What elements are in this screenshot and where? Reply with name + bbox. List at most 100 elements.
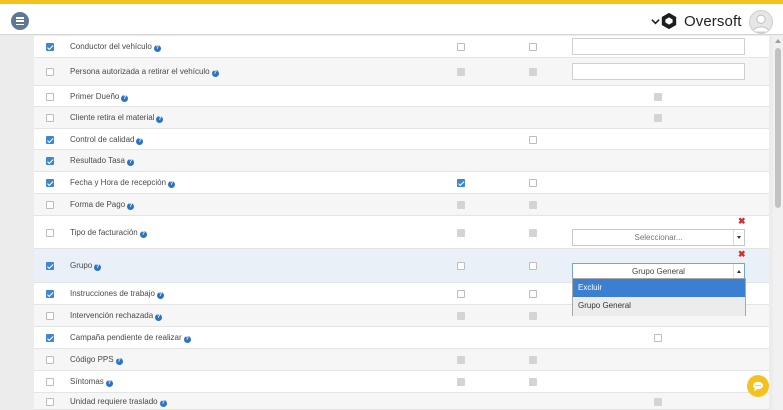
chevron-down-icon[interactable] [733, 230, 744, 245]
help-icon[interactable]: ? [168, 181, 176, 188]
column1-checkbox [457, 356, 465, 364]
help-icon[interactable]: ? [211, 70, 219, 77]
help-icon[interactable]: ? [115, 358, 123, 365]
column3-checkbox[interactable] [654, 334, 662, 342]
table-row: Control de calidad? [34, 129, 769, 150]
help-icon[interactable]: ? [94, 264, 102, 271]
column1-checkbox [457, 68, 465, 76]
table-row: Cliente retira el material? [34, 107, 769, 129]
column1-checkbox[interactable] [457, 43, 465, 51]
help-icon[interactable]: ? [159, 400, 167, 407]
field-label-text: Código PPS [70, 355, 114, 364]
help-icon[interactable]: ? [136, 138, 144, 145]
row-enabled-checkbox[interactable] [46, 356, 54, 364]
field-label: Campaña pendiente de realizar? [70, 333, 191, 343]
row-enabled-checkbox[interactable] [46, 334, 54, 342]
dropdown-option-excluir[interactable]: Excluir [573, 279, 745, 297]
row-enabled-checkbox[interactable] [46, 179, 54, 187]
grupo-dropdown-menu: Excluir Grupo General [572, 278, 746, 316]
scrollbar-thumb[interactable] [775, 48, 781, 208]
field-label: Primer Dueño? [70, 92, 129, 102]
select-value: Seleccionar... [634, 233, 683, 242]
tipo-facturacion-select[interactable]: Seleccionar... [572, 229, 745, 246]
row-enabled-checkbox[interactable] [46, 43, 54, 51]
fields-config-table: Conductor del vehículo? Persona autorizad… [34, 36, 769, 410]
help-icon[interactable]: ? [153, 45, 161, 52]
chevron-up-icon[interactable] [733, 264, 744, 279]
row-enabled-checkbox[interactable] [46, 229, 54, 237]
field-label-text: Síntomas [70, 377, 104, 386]
column3-checkbox [654, 398, 662, 406]
field-value-input[interactable] [572, 63, 745, 80]
field-label-text: Primer Dueño [70, 92, 120, 101]
brand-name: Oversoft [684, 13, 742, 30]
field-label-text: Persona autorizada a retirar el vehículo [70, 67, 210, 76]
field-label-text: Campaña pendiente de realizar [70, 333, 182, 342]
column2-checkbox[interactable] [529, 179, 537, 187]
row-enabled-checkbox[interactable] [46, 398, 54, 406]
row-enabled-checkbox[interactable] [46, 136, 54, 144]
column1-checkbox[interactable] [457, 262, 465, 270]
field-label-text: Control de calidad [70, 135, 135, 144]
remove-icon[interactable]: ✖ [738, 217, 746, 226]
column2-checkbox[interactable] [529, 43, 537, 51]
row-enabled-checkbox[interactable] [46, 290, 54, 298]
field-label: Código PPS? [70, 355, 123, 365]
help-icon[interactable]: ? [155, 314, 163, 321]
column2-checkbox [529, 356, 537, 364]
field-value-input[interactable] [572, 38, 745, 55]
field-label: Control de calidad? [70, 135, 144, 145]
app-header: Oversoft [0, 4, 783, 35]
help-icon[interactable]: ? [121, 95, 129, 102]
field-label: Síntomas? [70, 377, 113, 387]
field-label-text: Tipo de facturación [70, 228, 138, 237]
chat-bubble-icon[interactable] [747, 375, 769, 397]
column1-checkbox [457, 378, 465, 386]
column1-checkbox[interactable] [457, 179, 465, 187]
row-enabled-checkbox[interactable] [46, 378, 54, 386]
column1-checkbox[interactable] [457, 290, 465, 298]
table-row: Código PPS? [34, 349, 769, 371]
help-icon[interactable]: ? [105, 380, 113, 387]
table-row: Resultado Tasa? [34, 150, 769, 172]
column2-checkbox [529, 312, 537, 320]
column1-checkbox [457, 312, 465, 320]
field-label-text: Resultado Tasa [70, 156, 125, 165]
select-value: Grupo General [632, 267, 685, 276]
menu-icon[interactable] [11, 12, 29, 30]
row-enabled-checkbox[interactable] [46, 312, 54, 320]
row-enabled-checkbox[interactable] [46, 201, 54, 209]
remove-icon[interactable]: ✖ [738, 250, 746, 259]
help-icon[interactable]: ? [127, 203, 135, 210]
field-label: Tipo de facturación? [70, 228, 147, 238]
column2-checkbox [529, 378, 537, 386]
column2-checkbox[interactable] [529, 262, 537, 270]
help-icon[interactable]: ? [183, 336, 191, 343]
row-enabled-checkbox[interactable] [46, 157, 54, 165]
page-scrollbar[interactable] [773, 36, 783, 410]
help-icon[interactable]: ? [156, 292, 164, 299]
row-enabled-checkbox[interactable] [46, 114, 54, 122]
field-label: Instrucciones de trabajo? [70, 289, 164, 299]
table-row: Síntomas? [34, 371, 769, 393]
field-label-text: Grupo [70, 261, 93, 270]
field-label: Intervención rechazada? [70, 311, 163, 321]
help-icon[interactable]: ? [127, 159, 134, 166]
field-label: Conductor del vehículo? [70, 42, 161, 52]
help-icon[interactable]: ? [156, 116, 164, 123]
column2-checkbox[interactable] [529, 136, 537, 144]
field-label-text: Forma de Pago [70, 200, 126, 209]
user-avatar-icon[interactable] [749, 10, 773, 34]
oversoft-logo-icon [661, 12, 677, 30]
row-enabled-checkbox[interactable] [46, 93, 54, 101]
row-enabled-checkbox[interactable] [46, 262, 54, 270]
column2-checkbox[interactable] [529, 290, 537, 298]
row-enabled-checkbox[interactable] [46, 68, 54, 76]
scroll-up-arrow-icon[interactable] [775, 39, 781, 43]
column2-checkbox [529, 68, 537, 76]
dropdown-option-grupo-general[interactable]: Grupo General [573, 297, 745, 316]
field-label-text: Intervención rechazada [70, 311, 154, 320]
chevron-down-icon[interactable] [651, 17, 660, 26]
help-icon[interactable]: ? [139, 231, 147, 238]
column2-checkbox [529, 201, 537, 209]
